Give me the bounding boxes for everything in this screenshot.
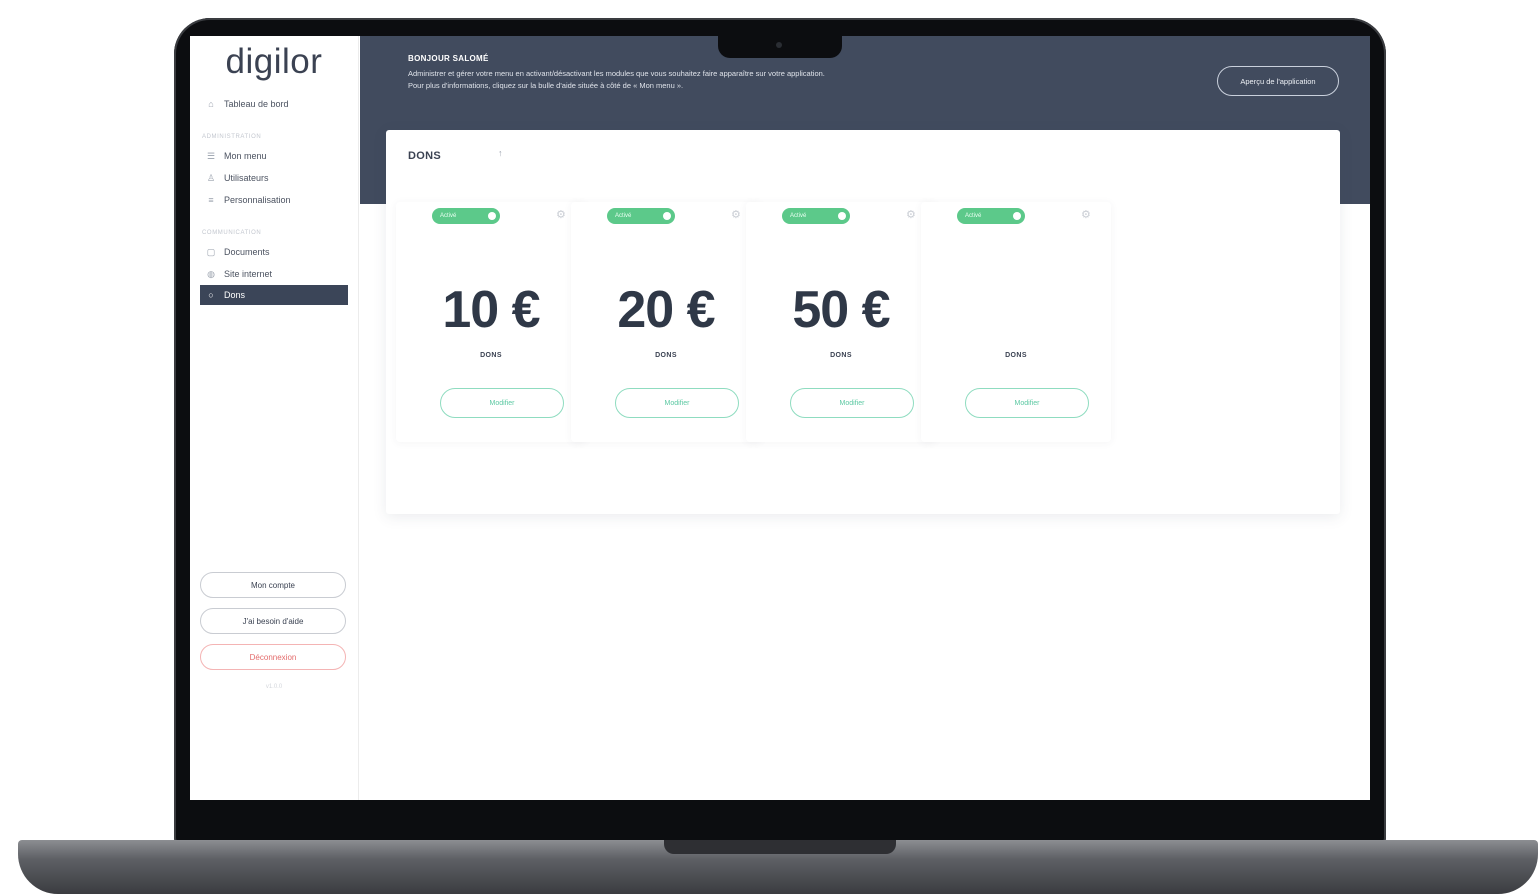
toggle-label: Activé <box>965 213 982 219</box>
document-icon: ▢ <box>206 246 216 257</box>
customize-icon: ≡ <box>208 195 214 205</box>
laptop-notch <box>718 34 842 58</box>
section-label-administration: ADMINISTRATION <box>202 134 262 140</box>
donation-card: Activé ⚙ 20 € DONS Modifier <box>571 202 761 442</box>
sidebar-item-donations[interactable]: ○ Dons <box>200 285 348 305</box>
toggle-knob <box>838 212 846 220</box>
toggle-knob <box>663 212 671 220</box>
sidebar-item-menu[interactable]: ☰ Mon menu <box>200 146 348 166</box>
sidebar-item-label: Dons <box>224 290 246 300</box>
laptop-groove <box>664 840 896 854</box>
donation-amount: 10 € <box>442 281 540 339</box>
version-label: v1.0.0 <box>265 684 283 690</box>
toggle-label: Activé <box>790 213 807 219</box>
intro-line: Pour plus d'informations, cliquez sur la… <box>408 81 684 90</box>
camera-icon <box>776 42 782 48</box>
intro-text: Administrer et gérer votre menu en activ… <box>408 68 988 92</box>
donation-amount: 50 € <box>792 281 890 339</box>
gear-icon[interactable]: ⚙ <box>1081 208 1091 221</box>
toggle-knob <box>1013 212 1021 220</box>
toggle-label: Activé <box>440 213 457 219</box>
active-toggle[interactable]: Activé <box>782 208 850 224</box>
donation-card: Activé ⚙ DONS Modifier <box>921 202 1111 442</box>
sidebar-item-label: Tableau de bord <box>224 99 289 109</box>
section-label-communication: COMMUNICATION <box>202 230 262 236</box>
sidebar-item-label: Documents <box>224 247 270 257</box>
sidebar-item-label: Mon menu <box>224 151 267 161</box>
screen: digilor ⌂ Tableau de bord ADMINISTRATION… <box>190 36 1370 800</box>
donation-amount: 20 € <box>617 281 715 339</box>
greeting: BONJOUR SALOMÉ <box>408 54 489 63</box>
donation-label: DONS <box>830 352 852 359</box>
sidebar-item-customize[interactable]: ≡ Personnalisation <box>200 190 348 210</box>
gear-icon[interactable]: ⚙ <box>731 208 741 221</box>
toggle-label: Activé <box>615 213 632 219</box>
account-button[interactable]: Mon compte <box>200 572 346 598</box>
sidebar-item-users[interactable]: ♙ Utilisateurs <box>200 168 348 188</box>
panel-title: DONS <box>408 150 441 162</box>
active-toggle[interactable]: Activé <box>957 208 1025 224</box>
edit-button[interactable]: Modifier <box>965 388 1089 418</box>
donation-label: DONS <box>1005 352 1027 359</box>
gear-icon[interactable]: ⚙ <box>906 208 916 221</box>
sidebar-item-label: Personnalisation <box>224 195 291 205</box>
sort-icon[interactable]: ↑ <box>498 148 503 158</box>
toggle-knob <box>488 212 496 220</box>
sidebar: digilor ⌂ Tableau de bord ADMINISTRATION… <box>190 36 359 800</box>
sidebar-item-website[interactable]: ◍ Site internet <box>200 264 348 284</box>
sidebar-item-label: Site internet <box>224 269 273 279</box>
gear-icon[interactable]: ⚙ <box>556 208 566 221</box>
donations-panel: DONS ↑ Activé ⚙ 10 € DONS Modifier Activ… <box>386 130 1340 514</box>
donation-icon: ○ <box>208 290 214 300</box>
sidebar-item-dashboard[interactable]: ⌂ Tableau de bord <box>200 94 348 114</box>
users-icon: ♙ <box>206 172 216 183</box>
edit-button[interactable]: Modifier <box>790 388 914 418</box>
donation-label: DONS <box>655 352 677 359</box>
intro-line: Administrer et gérer votre menu en activ… <box>408 69 825 78</box>
help-button[interactable]: J'ai besoin d'aide <box>200 608 346 634</box>
home-icon: ⌂ <box>208 99 214 109</box>
sidebar-item-documents[interactable]: ▢ Documents <box>200 242 348 262</box>
active-toggle[interactable]: Activé <box>432 208 500 224</box>
globe-icon: ◍ <box>207 268 215 279</box>
edit-button[interactable]: Modifier <box>440 388 564 418</box>
donation-card: Activé ⚙ 50 € DONS Modifier <box>746 202 936 442</box>
sidebar-item-label: Utilisateurs <box>224 173 269 183</box>
edit-button[interactable]: Modifier <box>615 388 739 418</box>
active-toggle[interactable]: Activé <box>607 208 675 224</box>
logout-button[interactable]: Déconnexion <box>200 644 346 670</box>
menu-icon: ☰ <box>206 150 216 161</box>
donation-label: DONS <box>480 352 502 359</box>
app-logo: digilor <box>225 42 323 81</box>
app-preview-button[interactable]: Aperçu de l'application <box>1217 66 1339 96</box>
donation-card: Activé ⚙ 10 € DONS Modifier <box>396 202 586 442</box>
